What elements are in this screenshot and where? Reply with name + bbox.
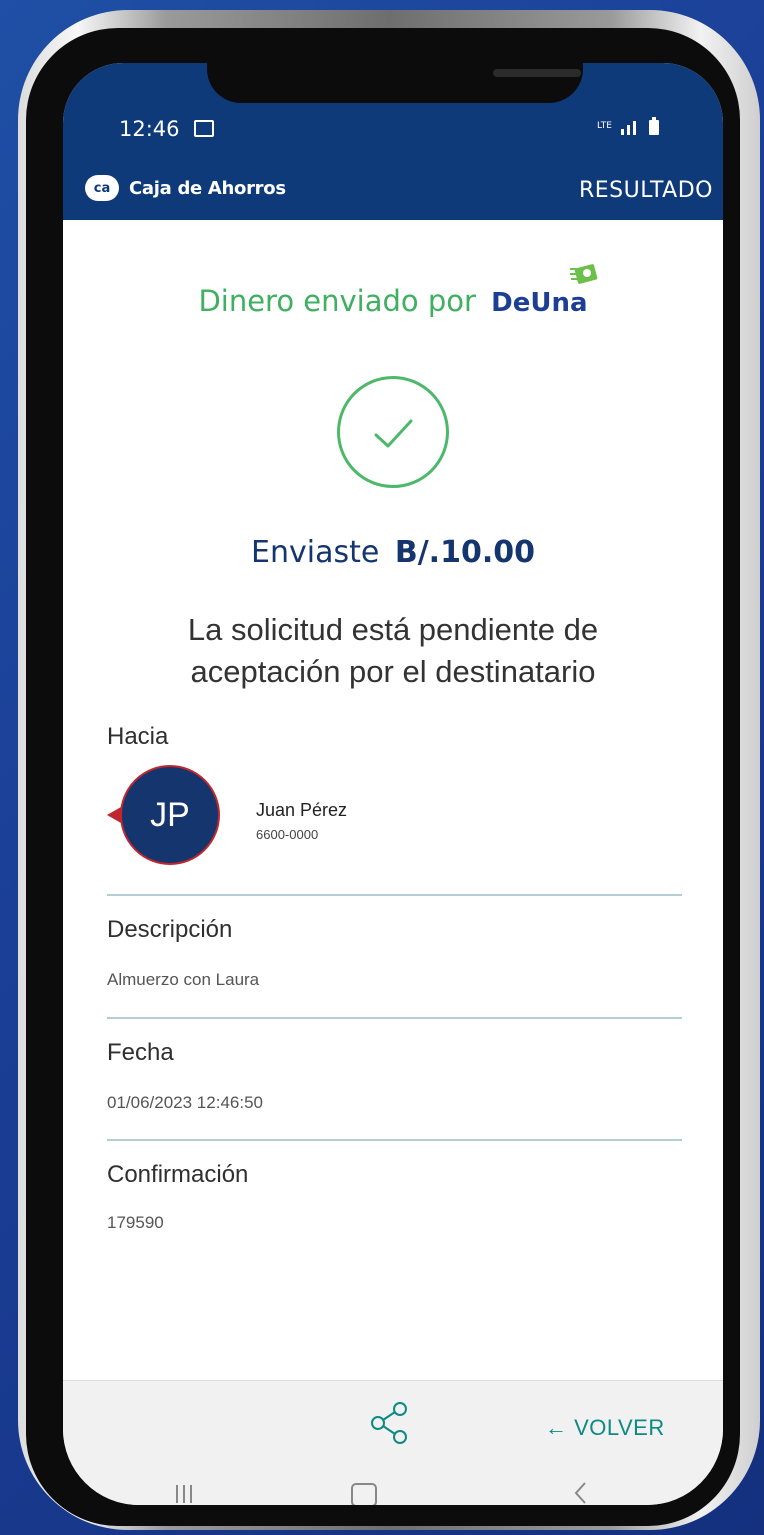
success-headline: Dinero enviado por DeUna bbox=[63, 264, 723, 318]
description-value: Almuerzo con Laura bbox=[107, 970, 260, 989]
phone-screen: 12:46 LTE ca Caja de Ahorros RESULTADO D… bbox=[63, 63, 723, 1505]
home-icon[interactable] bbox=[351, 1483, 377, 1505]
date-value: 01/06/2023 12:46:50 bbox=[107, 1093, 263, 1112]
amount-summary: Enviaste B/.10.00 bbox=[63, 535, 723, 570]
back-nav-icon[interactable] bbox=[573, 1479, 589, 1505]
avatar-pointer bbox=[107, 807, 121, 823]
money-icon bbox=[570, 264, 598, 284]
gallery-notification-icon bbox=[194, 120, 214, 137]
deuna-wordmark: DeUna bbox=[491, 288, 588, 318]
back-button[interactable]: ← VOLVER bbox=[545, 1415, 665, 1441]
amount-value: B/.10.00 bbox=[394, 535, 535, 570]
headline-text: Dinero enviado por bbox=[198, 284, 476, 318]
logo-text: Caja de Ahorros bbox=[129, 177, 286, 199]
speaker-grille bbox=[493, 69, 581, 77]
status-indicators: LTE bbox=[597, 117, 659, 135]
screen-title: RESULTADO bbox=[578, 178, 713, 203]
recipient-phone: 6600-0000 bbox=[256, 827, 319, 842]
signal-icon bbox=[621, 121, 636, 135]
check-icon bbox=[374, 419, 413, 448]
to-label: Hacia bbox=[107, 723, 169, 750]
deuna-logo: DeUna bbox=[491, 264, 598, 318]
battery-icon bbox=[649, 117, 659, 135]
recipient-name: Juan Pérez bbox=[256, 800, 348, 820]
recipient-avatar: JP bbox=[120, 765, 220, 865]
network-type: LTE bbox=[597, 121, 612, 131]
success-check-icon bbox=[337, 376, 449, 488]
amount-prefix: Enviaste bbox=[251, 535, 380, 570]
logo-mark: ca bbox=[85, 175, 119, 201]
status-time: 12:46 bbox=[119, 117, 180, 141]
confirmation-value: 179590 bbox=[107, 1213, 164, 1232]
divider bbox=[107, 1139, 682, 1141]
bank-logo: ca Caja de Ahorros bbox=[85, 175, 286, 201]
share-icon[interactable] bbox=[368, 1399, 412, 1447]
divider bbox=[107, 894, 682, 896]
confirmation-label: Confirmación bbox=[107, 1161, 249, 1188]
android-nav-bar bbox=[63, 1471, 723, 1505]
divider bbox=[107, 1017, 682, 1019]
status-message: La solicitud está pendiente de aceptació… bbox=[187, 612, 599, 689]
recent-apps-icon[interactable] bbox=[175, 1483, 193, 1505]
camera-notch bbox=[207, 63, 583, 103]
description-label: Descripción bbox=[107, 916, 233, 943]
date-label: Fecha bbox=[107, 1039, 174, 1066]
